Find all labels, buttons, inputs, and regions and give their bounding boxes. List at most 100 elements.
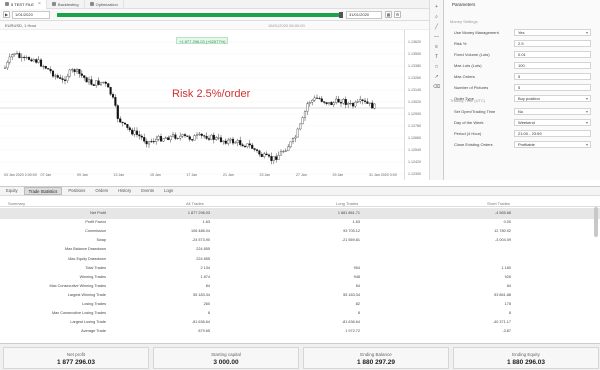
candle-bull bbox=[181, 134, 184, 137]
progress-handle[interactable] bbox=[339, 12, 343, 18]
zoom-icon[interactable]: ⌕ bbox=[433, 14, 440, 20]
row-name: Max Consecutive Winning Trades bbox=[49, 283, 106, 288]
param-input[interactable]: 5 bbox=[514, 84, 591, 91]
start-date-field[interactable]: 1/01/2020 bbox=[12, 11, 50, 19]
param-input[interactable]: 21:00 - 23:59 bbox=[514, 130, 591, 137]
param-input[interactable]: 100 bbox=[514, 62, 591, 69]
candle-bear bbox=[243, 145, 247, 148]
candle-bull bbox=[296, 128, 299, 138]
row-name: Winning Trades bbox=[79, 274, 106, 279]
candle-bear bbox=[186, 135, 189, 137]
long-trades-value: 55 183.34 bbox=[343, 292, 360, 297]
table-row[interactable]: Average Trade 879.65 1 972.72 -3.87 bbox=[0, 326, 600, 337]
param-row: Risk % 2.5 bbox=[450, 40, 595, 48]
price-chart[interactable] bbox=[0, 30, 443, 180]
candle-bear bbox=[255, 149, 259, 151]
param-label: Max Orders bbox=[454, 74, 475, 79]
candle-bear bbox=[219, 137, 223, 143]
candle-bear bbox=[47, 68, 50, 70]
candle-bear bbox=[188, 136, 191, 140]
price-tick-label: 1.13620 bbox=[408, 40, 421, 44]
candle-bear bbox=[366, 101, 369, 104]
header-long-trades: Long Trades bbox=[336, 201, 359, 206]
candle-bear bbox=[109, 87, 112, 95]
candle-bear bbox=[63, 79, 67, 81]
param-select[interactable]: No bbox=[514, 108, 591, 115]
candle-bull bbox=[311, 99, 314, 103]
results-tab[interactable]: History bbox=[114, 187, 135, 195]
long-trades-value: 93 705.12 bbox=[343, 229, 360, 234]
tab-test-file[interactable]: 5 TEST FILE × bbox=[0, 0, 47, 9]
candle-bear bbox=[363, 100, 367, 102]
candle-bull bbox=[277, 154, 280, 160]
candle-bear bbox=[265, 153, 268, 156]
tab-optimization[interactable]: Optimization bbox=[85, 0, 124, 9]
param-label: Day of the Week bbox=[454, 120, 484, 125]
price-tick-label: 1.13380 bbox=[408, 64, 421, 68]
candle-bear bbox=[241, 144, 244, 147]
results-tab[interactable]: Equity bbox=[2, 187, 22, 195]
candle-bull bbox=[284, 150, 287, 152]
param-row: Fixed Volume (Lots) 0.01 bbox=[450, 51, 595, 59]
trash-icon[interactable]: ⌫ bbox=[433, 84, 440, 90]
param-select[interactable]: Yes bbox=[514, 29, 591, 36]
tab-backtesting[interactable]: Backtesting bbox=[47, 0, 85, 9]
line-icon[interactable]: ╱ bbox=[433, 24, 440, 30]
table-scrollbar[interactable] bbox=[594, 207, 598, 237]
candle-bull bbox=[332, 102, 335, 106]
param-input[interactable]: 2.5 bbox=[514, 40, 591, 47]
candle-bear bbox=[251, 144, 254, 149]
candle-bear bbox=[27, 57, 31, 60]
results-tab[interactable]: Logs bbox=[160, 187, 177, 195]
param-select[interactable]: Weekend bbox=[514, 119, 591, 126]
crosshair-icon[interactable]: + bbox=[433, 4, 440, 10]
arrow-icon[interactable]: ↗ bbox=[433, 74, 440, 80]
candle-bull bbox=[287, 146, 290, 152]
price-tick-label: 1.12660 bbox=[408, 136, 421, 140]
param-row: Close Existing Orders Profitable bbox=[450, 141, 595, 149]
candle-bear bbox=[325, 102, 328, 104]
param-input[interactable]: 0.01 bbox=[514, 51, 591, 58]
candle-bear bbox=[231, 138, 235, 144]
candle-bear bbox=[207, 138, 211, 140]
time-axis[interactable]: 03 Jan 2020 2:00:00 07 Jan 09 Jan 13 Jan 15 … bbox=[0, 172, 404, 180]
param-select[interactable]: Profitable bbox=[514, 141, 591, 148]
candle-bull bbox=[99, 82, 103, 86]
candle-bear bbox=[159, 136, 163, 142]
candle-bull bbox=[349, 103, 352, 104]
candle-bear bbox=[39, 59, 43, 67]
horizontal-line-icon[interactable]: — bbox=[433, 34, 440, 40]
candle-bear bbox=[140, 135, 143, 138]
results-tab[interactable]: Orders bbox=[91, 187, 112, 195]
short-trades-value: 8 bbox=[508, 311, 511, 316]
results-tab[interactable]: Trade Statistics bbox=[23, 187, 63, 195]
all-trades-value: 260 bbox=[203, 302, 210, 306]
candle-bull bbox=[313, 97, 316, 101]
short-trades-value: 178 bbox=[504, 302, 511, 306]
results-tab[interactable]: Positions bbox=[64, 187, 89, 195]
fibonacci-icon[interactable]: ≡ bbox=[433, 44, 440, 50]
price-tick-label: 1.12420 bbox=[408, 160, 421, 164]
header-short-trades: Short Trades bbox=[487, 201, 510, 206]
param-select[interactable]: Buy position bbox=[514, 95, 591, 102]
all-trades-value: 224 855 bbox=[196, 247, 210, 252]
param-row: Max Lots (Lots) 100 bbox=[450, 62, 595, 70]
all-trades-value: 8 bbox=[207, 311, 210, 316]
header-all-trades: All Trades bbox=[186, 201, 204, 206]
end-date-field[interactable]: 31/01/2020 bbox=[346, 11, 382, 19]
param-input[interactable]: 5 bbox=[514, 73, 591, 80]
candle-bear bbox=[167, 137, 170, 141]
text-icon[interactable]: T bbox=[433, 54, 440, 60]
candle-bear bbox=[330, 102, 333, 106]
settings-icon[interactable]: ⚙ bbox=[394, 11, 401, 18]
rectangle-icon[interactable]: □ bbox=[433, 64, 440, 70]
candle-bull bbox=[75, 69, 79, 73]
close-icon[interactable]: × bbox=[38, 1, 41, 7]
short-trades-value: 1 180 bbox=[501, 265, 511, 270]
calendar-icon[interactable]: ▦ bbox=[385, 11, 392, 18]
candle-bear bbox=[275, 156, 278, 160]
candle-bull bbox=[236, 140, 239, 143]
play-icon[interactable]: ▶ bbox=[3, 11, 10, 18]
backtest-progress-bar[interactable] bbox=[57, 12, 343, 18]
results-tab[interactable]: Events bbox=[137, 187, 158, 195]
